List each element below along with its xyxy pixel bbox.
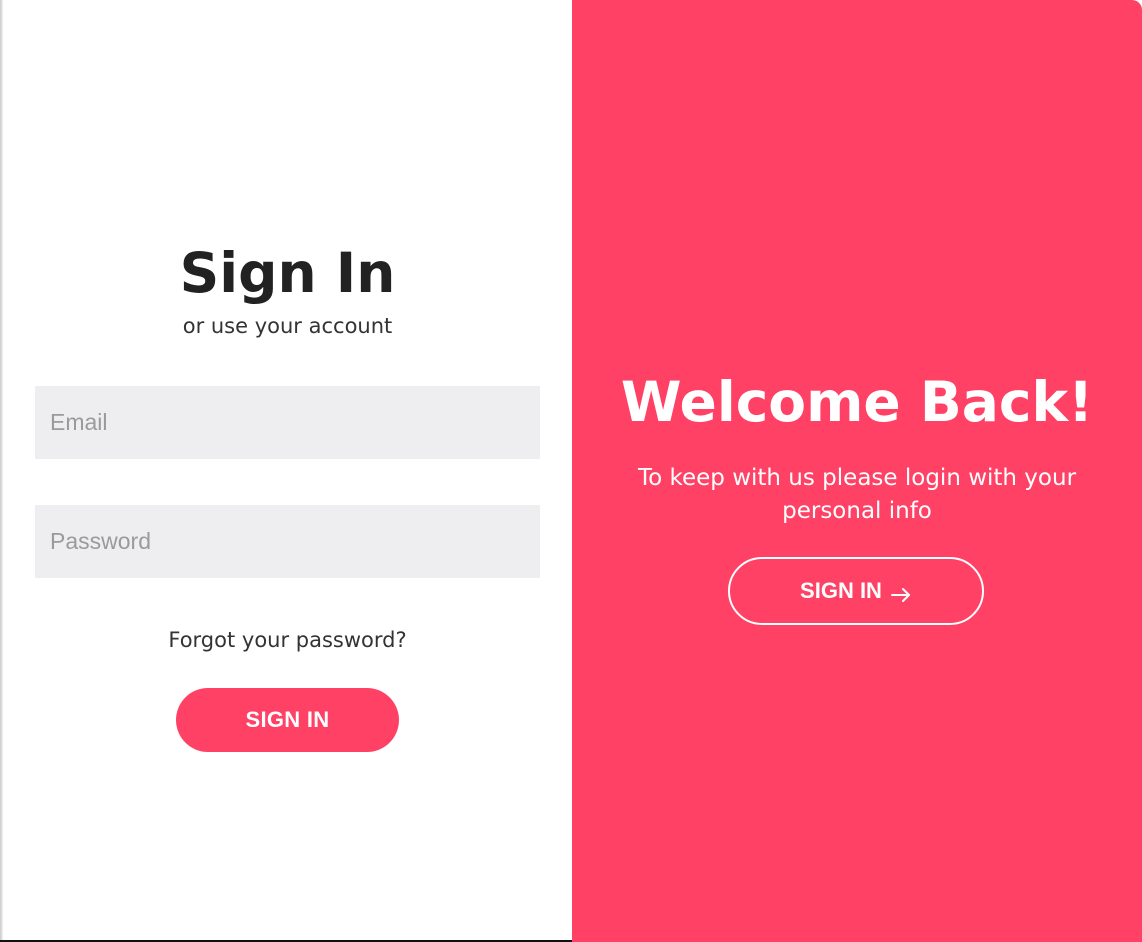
- overlay-sign-in-label: SIGN IN: [800, 578, 882, 603]
- welcome-overlay-panel: Welcome Back! To keep with us please log…: [572, 0, 1142, 942]
- page-title: Sign In: [179, 241, 396, 305]
- welcome-message: To keep with us please login with your p…: [637, 465, 1077, 524]
- sign-in-button[interactable]: SIGN IN: [176, 688, 399, 752]
- overlay-sign-in-button[interactable]: SIGN IN: [728, 557, 984, 625]
- page-subtitle: or use your account: [182, 314, 393, 338]
- email-input[interactable]: [35, 386, 540, 459]
- auth-container: Sign In or use your account Forgot your …: [0, 0, 1142, 942]
- welcome-title: Welcome Back!: [620, 370, 1094, 434]
- sign-in-panel: Sign In or use your account Forgot your …: [3, 0, 572, 940]
- forgot-password-link[interactable]: Forgot your password?: [3, 625, 572, 655]
- password-input[interactable]: [35, 505, 540, 578]
- arrow-right-icon: [890, 583, 912, 602]
